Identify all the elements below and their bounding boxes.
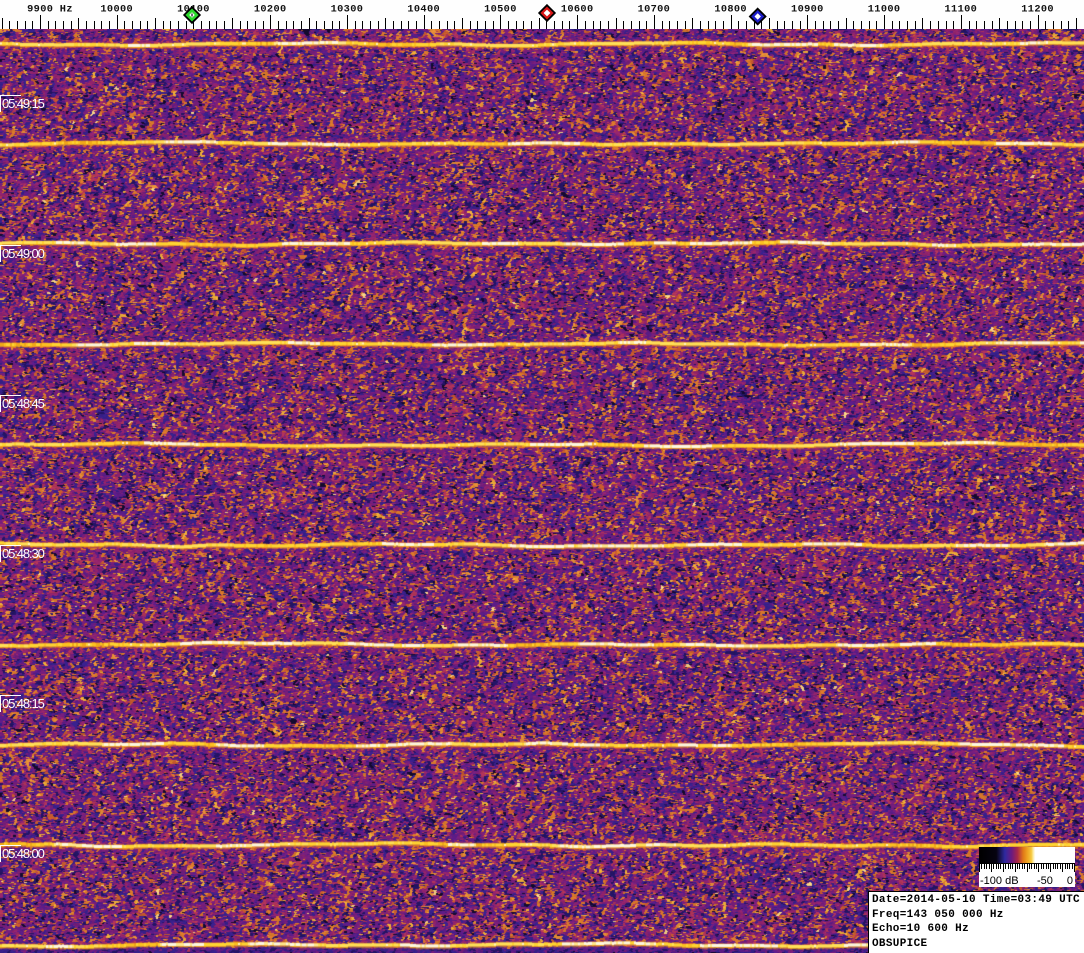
svg-text:10300: 10300 [331,4,364,16]
svg-text:10700: 10700 [638,4,671,16]
svg-text:10500: 10500 [484,4,517,16]
svg-text:10400: 10400 [407,4,440,16]
svg-text:10200: 10200 [254,4,287,16]
svg-text:-100 dB: -100 dB [980,875,1019,887]
svg-text:10600: 10600 [561,4,594,16]
svg-text:11100: 11100 [945,4,978,16]
svg-text:10000: 10000 [100,4,133,16]
svg-text:11200: 11200 [1021,4,1054,16]
svg-text:9900 Hz: 9900 Hz [27,4,73,16]
svg-text:10800: 10800 [714,4,747,16]
svg-text:10900: 10900 [791,4,824,16]
svg-text:11000: 11000 [868,4,901,16]
svg-text:-50: -50 [1037,875,1053,887]
svg-text:0: 0 [1067,875,1073,887]
